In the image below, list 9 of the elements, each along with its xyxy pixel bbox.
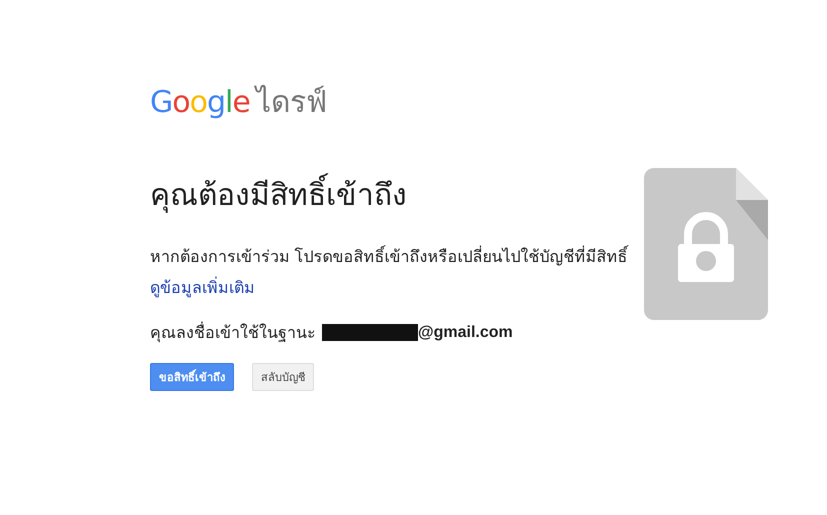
- product-name: ไดรฟ์: [256, 84, 327, 121]
- page-heading: คุณต้องมีสิทธิ์เข้าถึง: [150, 171, 407, 218]
- account-email: @gmail.com: [418, 324, 513, 342]
- google-logo: Google: [150, 85, 250, 120]
- learn-more-link[interactable]: ดูข้อมูลเพิ่มเติม: [150, 275, 255, 300]
- switch-account-button[interactable]: สลับบัญชี: [252, 363, 314, 391]
- locked-file-icon: [644, 168, 768, 320]
- signed-in-label: คุณลงชื่อเข้าใช้ในฐานะ: [150, 320, 316, 345]
- message-text: หากต้องการเข้าร่วม โปรดขอสิทธิ์เข้าถึงหรือเปลี่ยนไปใช้บัญชีที่มีสิทธิ์: [150, 244, 628, 269]
